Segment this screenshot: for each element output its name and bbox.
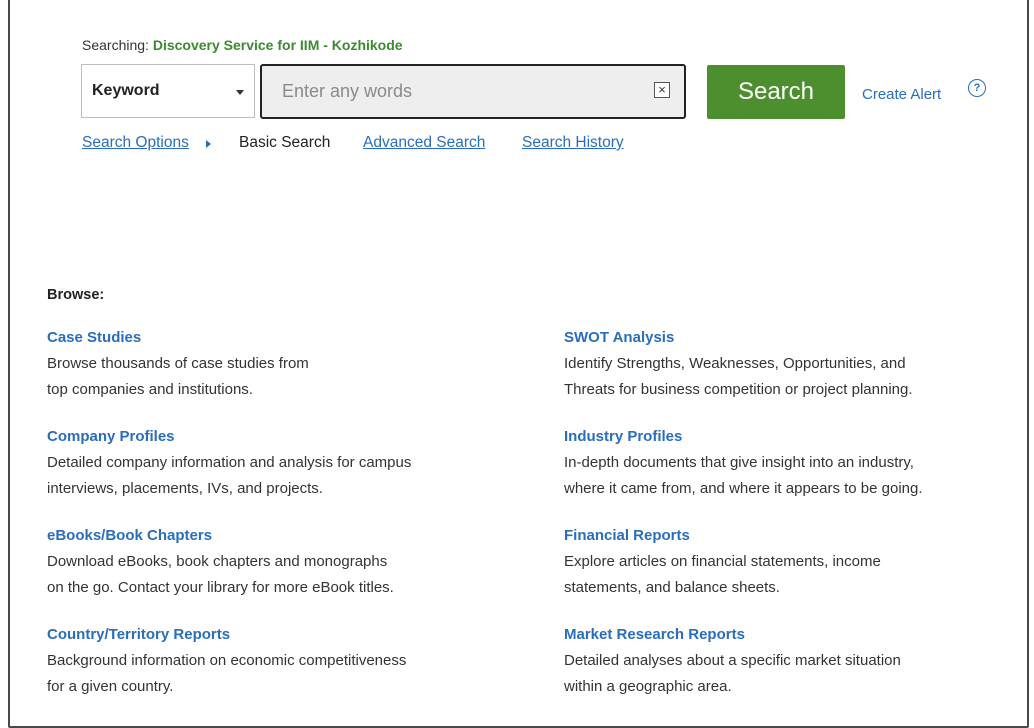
browse-item-title[interactable]: eBooks/Book Chapters	[47, 526, 517, 546]
search-button[interactable]: Search	[707, 65, 845, 119]
searching-prefix: Searching:	[82, 37, 149, 53]
search-options-label: Search Options	[82, 134, 189, 151]
browse-item-company-profiles: Company Profiles Detailed company inform…	[47, 427, 517, 502]
browse-item-desc: In-depth documents that give insight int…	[564, 454, 923, 497]
browse-item-title[interactable]: Industry Profiles	[564, 427, 1034, 447]
searching-line: Searching: Discovery Service for IIM - K…	[82, 37, 403, 53]
search-field-value: Keyword	[92, 82, 160, 99]
search-options-link[interactable]: Search Options	[82, 134, 189, 152]
browse-item-title[interactable]: Case Studies	[47, 328, 517, 348]
triangle-right-icon	[206, 140, 211, 148]
search-input-placeholder: Enter any words	[282, 81, 413, 101]
advanced-search-link[interactable]: Advanced Search	[363, 134, 485, 152]
browse-item-desc: Identify Strengths, Weaknesses, Opportun…	[564, 355, 913, 398]
browse-item-desc: Background information on economic compe…	[47, 652, 407, 695]
browse-item-swot: SWOT Analysis Identify Strengths, Weakne…	[564, 328, 1034, 403]
browse-item-title[interactable]: Financial Reports	[564, 526, 1034, 546]
help-icon[interactable]: ?	[968, 79, 986, 97]
browse-item-desc: Browse thousands of case studies from top…	[47, 355, 309, 398]
browse-item-title[interactable]: Country/Territory Reports	[47, 625, 517, 645]
search-history-link[interactable]: Search History	[522, 134, 624, 152]
browse-heading: Browse:	[47, 287, 105, 303]
database-name: Discovery Service for IIM - Kozhikode	[152, 37, 403, 53]
browse-item-industry-profiles: Industry Profiles In-depth documents tha…	[564, 427, 1034, 502]
search-input[interactable]: Enter any words ×	[260, 64, 686, 119]
search-field-select[interactable]: Keyword	[81, 64, 255, 118]
browse-item-market-research: Market Research Reports Detailed analyse…	[564, 625, 1034, 700]
create-alert-link[interactable]: Create Alert	[862, 86, 941, 103]
clear-icon[interactable]: ×	[654, 82, 670, 98]
browse-item-title[interactable]: Company Profiles	[47, 427, 517, 447]
basic-search-label: Basic Search	[239, 134, 331, 151]
browse-item-desc: Detailed analyses about a specific marke…	[564, 652, 901, 695]
browse-item-desc: Detailed company information and analysi…	[47, 454, 412, 497]
browse-item-desc: Explore articles on financial statements…	[564, 553, 881, 596]
browse-item-title[interactable]: SWOT Analysis	[564, 328, 1034, 348]
browse-item-case-studies: Case Studies Browse thousands of case st…	[47, 328, 517, 403]
browse-item-financial-reports: Financial Reports Explore articles on fi…	[564, 526, 1034, 601]
browse-item-desc: Download eBooks, book chapters and monog…	[47, 553, 394, 596]
browse-item-ebooks: eBooks/Book Chapters Download eBooks, bo…	[47, 526, 517, 601]
browse-item-title[interactable]: Market Research Reports	[564, 625, 1034, 645]
caret-down-icon	[236, 90, 244, 95]
browse-item-country-reports: Country/Territory Reports Background inf…	[47, 625, 517, 700]
